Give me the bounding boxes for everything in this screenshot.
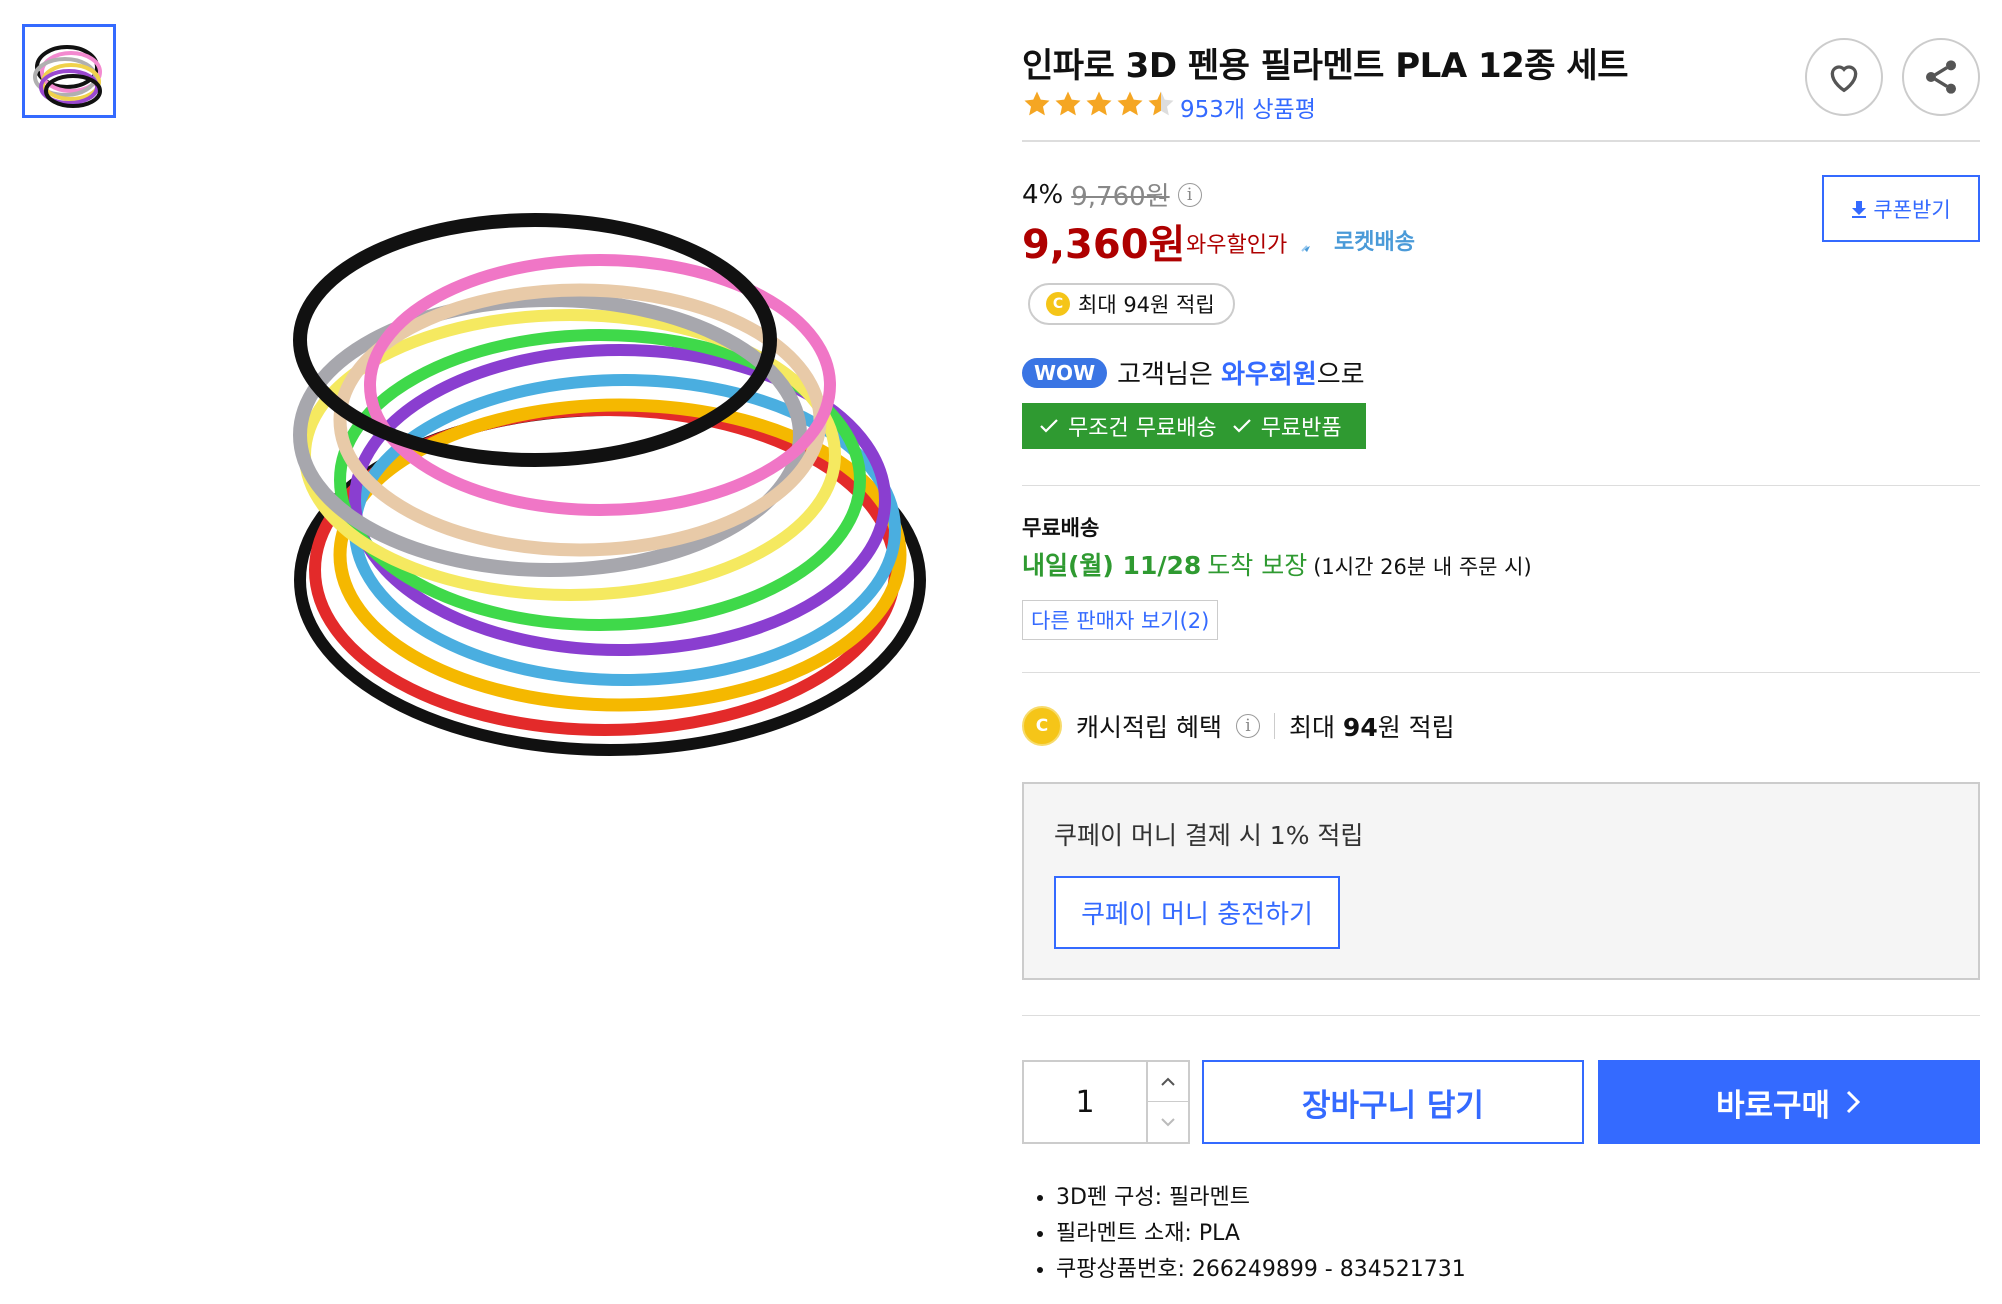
quantity-decrease-button[interactable] xyxy=(1146,1102,1188,1142)
wow-benefit-bar: 무조건 무료배송 무료반품 xyxy=(1022,403,1366,449)
coupay-text: 쿠페이 머니 결제 시 1% 적립 xyxy=(1054,821,1364,850)
wow-prefix: 고객님은 xyxy=(1117,360,1213,390)
chevron-up-icon xyxy=(1161,1077,1175,1086)
coin-icon: C xyxy=(1046,292,1070,316)
wow-suffix: 으로 xyxy=(1316,360,1365,390)
cash-reward-label: 캐시적립 혜택 xyxy=(1076,713,1222,742)
star-full-icon xyxy=(1086,91,1112,116)
info-icon[interactable]: i xyxy=(1235,714,1260,738)
coupay-box: 쿠페이 머니 결제 시 1% 적립 쿠페이 머니 충전하기 xyxy=(1022,782,1980,980)
divider xyxy=(1022,140,1980,142)
buy-now-label: 바로구매 xyxy=(1715,1087,1831,1124)
benefit-free-return: 무료반품 xyxy=(1260,416,1342,441)
quantity-stepper: 1 xyxy=(1022,1060,1190,1144)
coupon-download-button[interactable]: 쿠폰받기 xyxy=(1822,175,1980,242)
wow-member-label: 와우회원 xyxy=(1221,360,1317,390)
star-full-icon xyxy=(1055,91,1081,116)
rocket-delivery-badge: 로켓배송 xyxy=(1300,224,1415,256)
spec-item: 3D펜 구성: 필라멘트 xyxy=(1056,1180,1466,1216)
star-half-icon xyxy=(1148,91,1174,116)
discount-rate: 4% xyxy=(1022,179,1064,210)
star-full-icon xyxy=(1024,91,1050,116)
wow-member-row: WOW 고객님은 와우회원으로 xyxy=(1022,354,1365,391)
reward-pill: C 최대 94원 적립 xyxy=(1028,283,1235,325)
rating-stars[interactable] xyxy=(1022,89,1176,119)
reward-pill-text: 최대 94원 적립 xyxy=(1078,293,1215,317)
cash-prefix: 최대 xyxy=(1288,713,1335,742)
download-icon xyxy=(1852,200,1867,218)
add-to-cart-button[interactable]: 장바구니 담기 xyxy=(1202,1060,1584,1144)
wishlist-button[interactable] xyxy=(1805,38,1883,116)
product-main-image xyxy=(293,213,926,756)
spec-list: 3D펜 구성: 필라멘트 필라멘트 소재: PLA 쿠팡상품번호: 266249… xyxy=(1030,1180,1466,1288)
spec-item: 쿠팡상품번호: 266249899 - 834521731 xyxy=(1056,1252,1466,1288)
original-price: 9,760원 xyxy=(1071,182,1170,212)
coin-icon: C xyxy=(1022,706,1062,746)
coupon-label: 쿠폰받기 xyxy=(1873,197,1951,222)
product-thumbnail[interactable] xyxy=(22,24,116,118)
rocket-icon xyxy=(1301,229,1327,252)
cash-amount: 94 xyxy=(1342,713,1378,742)
shipping-heading: 무료배송 xyxy=(1022,516,1100,540)
coupay-charge-button[interactable]: 쿠페이 머니 충전하기 xyxy=(1054,876,1340,949)
rocket-label: 로켓배송 xyxy=(1334,230,1415,255)
chevron-right-icon xyxy=(1846,1090,1861,1114)
sale-price: 9,360원 xyxy=(1022,222,1186,268)
wow-price-label: 와우할인가 xyxy=(1186,233,1288,258)
order-cutoff-note: (1시간 26분 내 주문 시) xyxy=(1313,555,1532,579)
check-icon xyxy=(1040,419,1058,433)
divider xyxy=(1022,485,1980,486)
cash-suffix: 원 적립 xyxy=(1377,713,1455,742)
divider xyxy=(1022,672,1980,673)
benefit-free-shipping: 무조건 무료배송 xyxy=(1068,416,1217,441)
cash-reward-row: C 캐시적립 혜택 i 최대 94원 적립 xyxy=(1022,706,1455,746)
discount-row: 4% 9,760원 i xyxy=(1022,176,1202,213)
delivery-date: 내일(월) 11/28 xyxy=(1022,551,1202,580)
product-title: 인파로 3D 펜용 필라멘트 PLA 12종 세트 xyxy=(1022,46,1628,86)
check-icon xyxy=(1232,419,1251,433)
delivery-guarantee: 도착 보장 xyxy=(1207,551,1308,580)
spec-item: 필라멘트 소재: PLA xyxy=(1056,1216,1466,1252)
filament-thumbnail-image xyxy=(33,45,102,108)
quantity-increase-button[interactable] xyxy=(1146,1062,1188,1102)
wow-badge: WOW xyxy=(1022,357,1108,388)
info-icon[interactable]: i xyxy=(1177,182,1202,207)
buy-now-button[interactable]: 바로구매 xyxy=(1598,1060,1980,1144)
separator xyxy=(1273,713,1275,739)
share-button[interactable] xyxy=(1902,38,1980,116)
review-count-link[interactable]: 953개 상품평 xyxy=(1180,90,1316,124)
delivery-date-row: 내일(월) 11/28 도착 보장 (1시간 26분 내 주문 시) xyxy=(1022,546,1532,582)
other-sellers-button[interactable]: 다른 판매자 보기(2) xyxy=(1022,600,1219,640)
share-icon xyxy=(1926,60,1956,94)
quantity-input[interactable]: 1 xyxy=(1024,1062,1146,1142)
divider xyxy=(1022,1015,1980,1016)
heart-icon xyxy=(1830,65,1858,93)
star-full-icon xyxy=(1117,91,1143,116)
chevron-down-icon xyxy=(1161,1118,1175,1127)
